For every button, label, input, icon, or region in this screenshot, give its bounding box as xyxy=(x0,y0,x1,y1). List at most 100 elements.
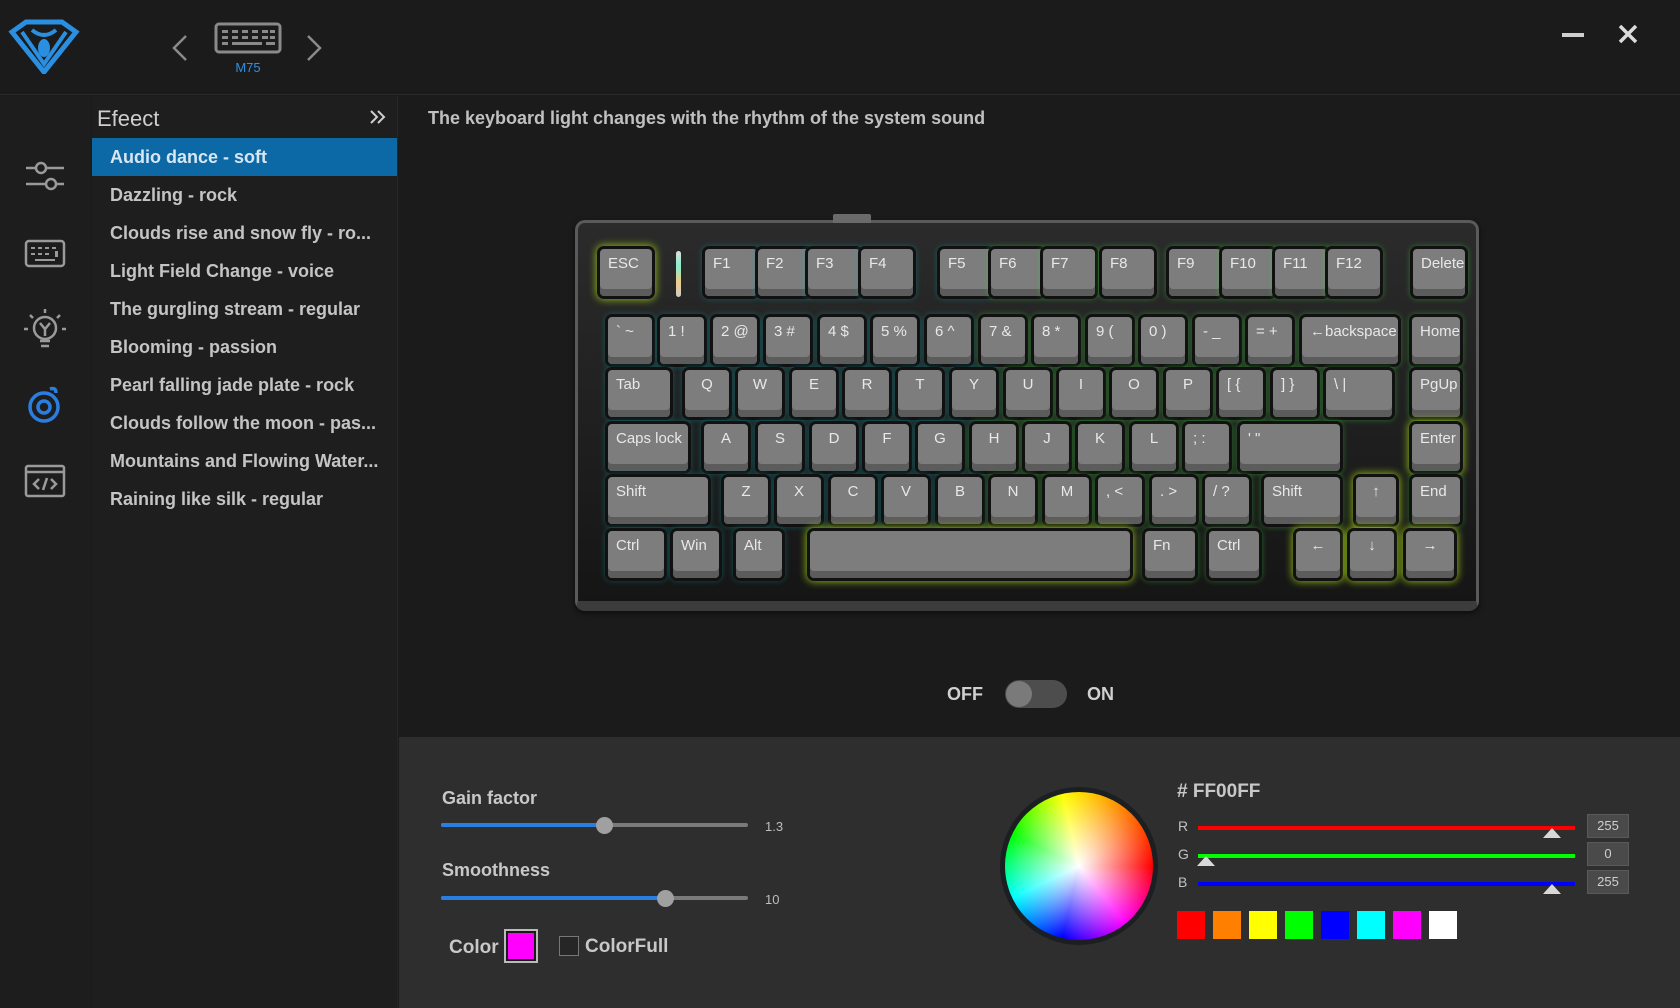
key[interactable]: / ? xyxy=(1205,477,1249,524)
key[interactable]: Enter xyxy=(1412,424,1460,471)
key[interactable]: ESC xyxy=(600,249,652,296)
key[interactable]: F12 xyxy=(1328,249,1380,296)
key[interactable]: F3 xyxy=(808,249,860,296)
slider-thumb[interactable] xyxy=(595,817,613,834)
key[interactable]: Z xyxy=(724,477,768,524)
key[interactable]: F6 xyxy=(991,249,1043,296)
key[interactable]: F xyxy=(865,424,909,471)
key[interactable]: F8 xyxy=(1102,249,1154,296)
effect-item[interactable]: Clouds follow the moon - pas... xyxy=(92,404,397,442)
effect-item[interactable]: Audio dance - soft xyxy=(92,138,397,176)
key[interactable]: E xyxy=(792,370,836,417)
key[interactable]: Shift xyxy=(608,477,708,524)
key[interactable]: 2 @ xyxy=(713,317,757,364)
channel-slider[interactable] xyxy=(1198,882,1575,894)
slider-thumb[interactable] xyxy=(657,890,675,907)
key-space[interactable] xyxy=(810,531,1130,578)
key[interactable]: Q xyxy=(685,370,729,417)
preset-color-swatch[interactable] xyxy=(1429,911,1457,939)
key[interactable]: , < xyxy=(1098,477,1142,524)
close-button[interactable] xyxy=(1610,18,1646,50)
key[interactable]: I xyxy=(1059,370,1103,417)
effect-item[interactable]: Pearl falling jade plate - rock xyxy=(92,366,397,404)
key[interactable]: . > xyxy=(1152,477,1196,524)
effect-item[interactable]: Dazzling - rock xyxy=(92,176,397,214)
selected-color-swatch[interactable] xyxy=(504,929,538,963)
key[interactable]: C xyxy=(831,477,875,524)
key[interactable]: Fn xyxy=(1145,531,1195,578)
effect-item[interactable]: Raining like silk - regular xyxy=(92,480,397,518)
key[interactable]: Tab xyxy=(608,370,670,417)
key[interactable]: → xyxy=(1406,531,1454,578)
colorfull-checkbox[interactable] xyxy=(559,936,579,956)
key[interactable]: F9 xyxy=(1169,249,1221,296)
key[interactable]: V xyxy=(884,477,928,524)
key[interactable]: \ | xyxy=(1326,370,1392,417)
preset-color-swatch[interactable] xyxy=(1213,911,1241,939)
code-window-icon[interactable] xyxy=(20,456,70,506)
preset-color-swatch[interactable] xyxy=(1285,911,1313,939)
key[interactable]: F11 xyxy=(1275,249,1327,296)
key[interactable]: ' " xyxy=(1240,424,1340,471)
effect-item[interactable]: Blooming - passion xyxy=(92,328,397,366)
effect-toggle-switch[interactable] xyxy=(1005,680,1067,708)
channel-slider[interactable] xyxy=(1196,854,1575,866)
key[interactable]: ↓ xyxy=(1350,531,1394,578)
key[interactable]: U xyxy=(1006,370,1050,417)
key[interactable]: 6 ^ xyxy=(927,317,971,364)
music-note-icon[interactable] xyxy=(20,381,70,431)
key[interactable]: ←backspace xyxy=(1302,317,1398,364)
key[interactable]: Alt xyxy=(736,531,782,578)
key[interactable]: R xyxy=(845,370,889,417)
key[interactable]: X xyxy=(777,477,821,524)
key[interactable]: D xyxy=(812,424,856,471)
key[interactable]: J xyxy=(1025,424,1069,471)
channel-value-input[interactable]: 0 xyxy=(1587,842,1629,866)
key[interactable]: H xyxy=(972,424,1016,471)
smoothness-slider[interactable] xyxy=(441,890,748,907)
channel-value-input[interactable]: 255 xyxy=(1587,870,1629,894)
key[interactable]: Caps lock xyxy=(608,424,688,471)
key[interactable]: ← xyxy=(1296,531,1340,578)
key[interactable]: K xyxy=(1078,424,1122,471)
channel-value-input[interactable]: 255 xyxy=(1587,814,1629,838)
key[interactable]: Win xyxy=(673,531,719,578)
key[interactable]: O xyxy=(1112,370,1156,417)
preset-color-swatch[interactable] xyxy=(1177,911,1205,939)
effect-item[interactable]: Clouds rise and snow fly - ro... xyxy=(92,214,397,252)
key[interactable]: N xyxy=(991,477,1035,524)
key[interactable]: A xyxy=(704,424,748,471)
preset-color-swatch[interactable] xyxy=(1321,911,1349,939)
effect-item[interactable]: Mountains and Flowing Water... xyxy=(92,442,397,480)
key[interactable]: ; : xyxy=(1185,424,1229,471)
channel-slider[interactable] xyxy=(1198,826,1575,838)
key[interactable]: S xyxy=(758,424,802,471)
effect-item[interactable]: Light Field Change - voice xyxy=(92,252,397,290)
key[interactable]: Home xyxy=(1412,317,1460,364)
key[interactable]: W xyxy=(738,370,782,417)
key[interactable]: ↑ xyxy=(1356,477,1396,524)
key[interactable]: F4 xyxy=(861,249,913,296)
key[interactable]: 1 ! xyxy=(660,317,704,364)
key[interactable]: 8 * xyxy=(1034,317,1078,364)
channel-slider-thumb[interactable] xyxy=(1543,828,1562,838)
key[interactable]: ` ~ xyxy=(608,317,652,364)
key[interactable]: B xyxy=(938,477,982,524)
key[interactable]: - _ xyxy=(1195,317,1239,364)
key[interactable]: P xyxy=(1166,370,1210,417)
color-wheel[interactable] xyxy=(1000,787,1158,945)
key[interactable]: [ { xyxy=(1219,370,1263,417)
lightbulb-icon[interactable] xyxy=(20,305,70,355)
key[interactable]: Y xyxy=(952,370,996,417)
key[interactable]: F10 xyxy=(1222,249,1274,296)
key[interactable]: T xyxy=(898,370,942,417)
key[interactable]: 0 ) xyxy=(1141,317,1185,364)
key[interactable]: G xyxy=(918,424,962,471)
key[interactable]: L xyxy=(1132,424,1176,471)
key[interactable]: F5 xyxy=(940,249,992,296)
previous-device-button[interactable] xyxy=(168,30,192,66)
keyboard-icon[interactable] xyxy=(20,229,70,279)
key[interactable]: End xyxy=(1412,477,1460,524)
key[interactable]: 7 & xyxy=(981,317,1025,364)
key[interactable]: ] } xyxy=(1273,370,1317,417)
